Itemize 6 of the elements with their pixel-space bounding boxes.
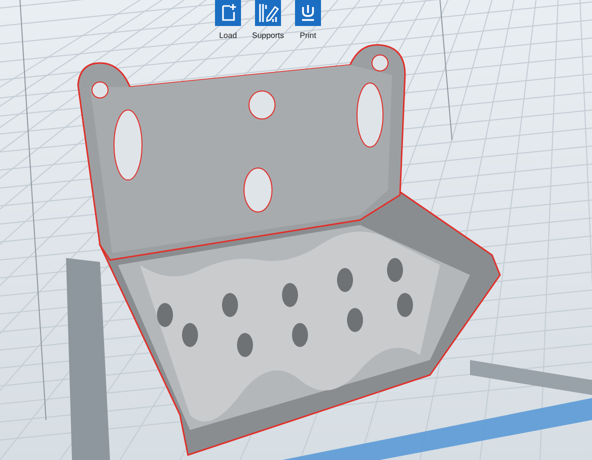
pencil-bars-icon (255, 0, 281, 26)
toolbar-button[interactable]: Print (290, 0, 326, 40)
nozzle-icon (295, 0, 321, 26)
toolbar-button[interactable]: Load (210, 0, 246, 40)
new-file-icon (215, 0, 241, 26)
toolbar-button[interactable]: Supports (250, 0, 286, 40)
